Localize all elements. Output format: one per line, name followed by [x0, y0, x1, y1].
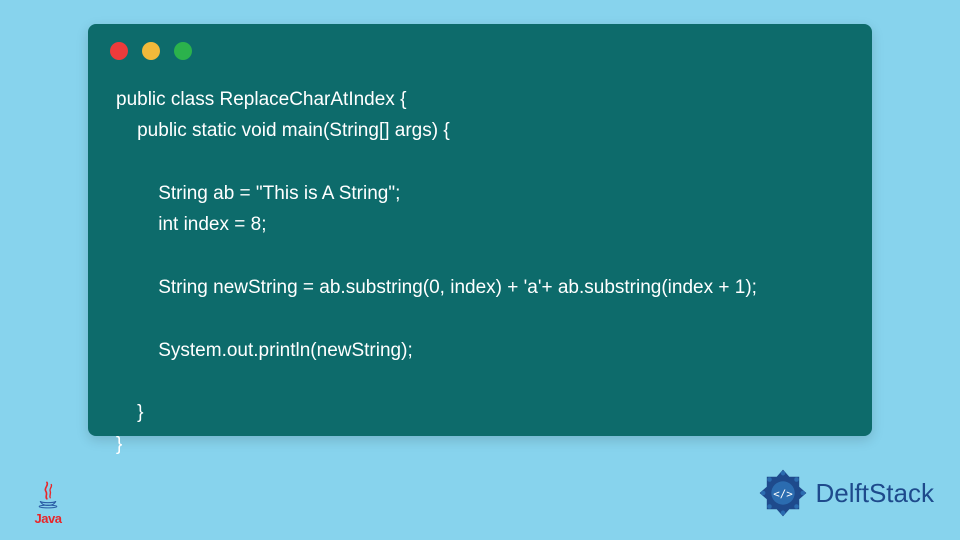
- delftstack-logo-label: DelftStack: [816, 478, 935, 509]
- code-window: public class ReplaceCharAtIndex { public…: [88, 24, 872, 436]
- java-cup-icon: [37, 481, 59, 509]
- delftstack-badge-icon: </>: [756, 466, 810, 520]
- code-content: public class ReplaceCharAtIndex { public…: [116, 84, 844, 460]
- minimize-icon: [142, 42, 160, 60]
- maximize-icon: [174, 42, 192, 60]
- delftstack-logo: </> DelftStack: [756, 466, 935, 520]
- java-logo: Java: [26, 470, 70, 526]
- java-logo-label: Java: [35, 511, 62, 526]
- close-icon: [110, 42, 128, 60]
- svg-text:</>: </>: [773, 488, 793, 501]
- window-controls: [110, 42, 192, 60]
